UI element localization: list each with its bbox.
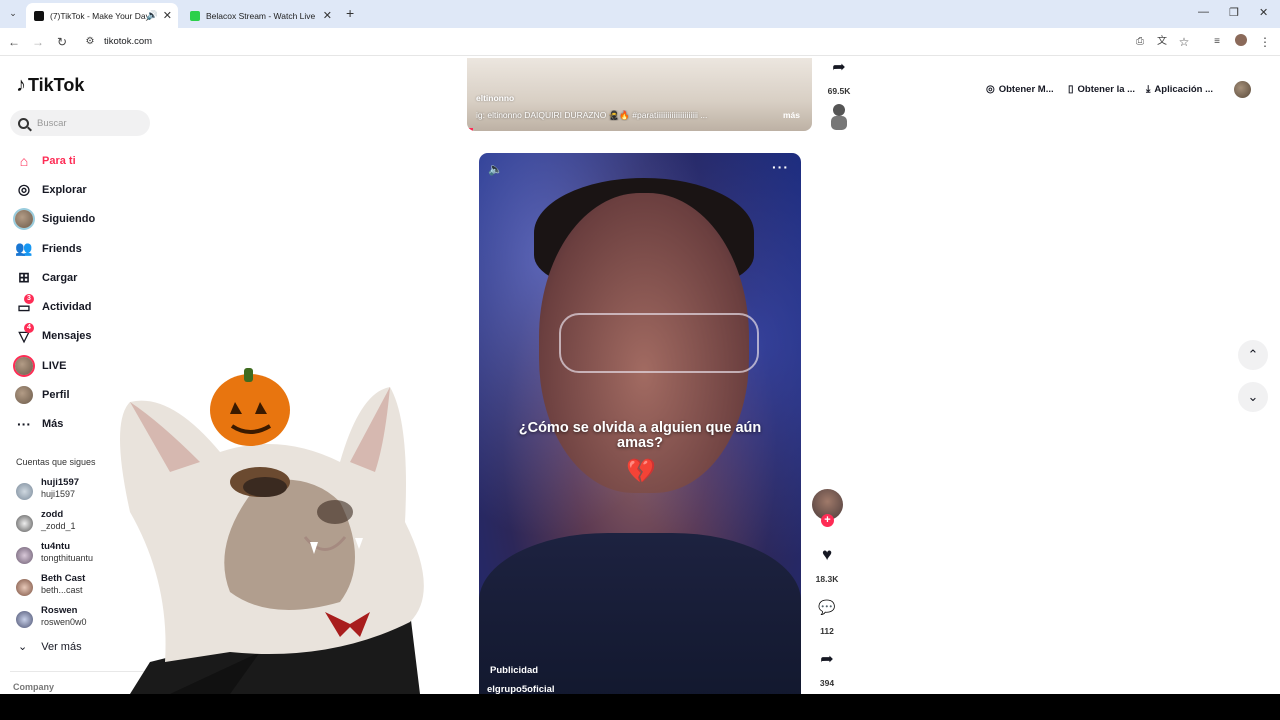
profile-avatar <box>14 385 34 405</box>
install-app-icon[interactable]: ⎙ <box>1132 34 1148 50</box>
pumpkin-cat-overlay <box>120 368 424 694</box>
sponsored-label: Publicidad <box>490 665 539 676</box>
broken-heart-icon: 💔 <box>626 458 656 485</box>
sidebar-item-friends[interactable]: 👥 Friends <box>14 234 154 263</box>
following-accounts-title: Cuentas que sigues <box>16 457 96 467</box>
browser-toolbar: ← → ↻ ⚙ tikotok.com ⎙ 文 ☆ ≡ ⋮ <box>0 28 1280 56</box>
get-app-link[interactable]: ▯ Obtener la ... <box>1068 84 1135 95</box>
tab-tiktok[interactable]: (7)TikTok - Make Your Day 🔊 ✕ <box>26 3 178 28</box>
comment-icon[interactable]: 💬 <box>812 592 842 622</box>
sidebar-item-actividad[interactable]: ▭ 3 Actividad <box>14 292 154 321</box>
profile-icon[interactable] <box>1233 34 1249 50</box>
tiktok-note-icon: ♪ <box>16 74 26 96</box>
search-icon <box>18 117 29 129</box>
restore-button[interactable]: ❐ <box>1229 6 1239 19</box>
previous-share-action[interactable]: ➦ 69.5K <box>819 52 859 96</box>
messages-icon: ▽ 4 <box>14 323 34 346</box>
user-avatar[interactable] <box>1234 81 1251 98</box>
video-player[interactable]: 🔈 ··· ¿Cómo se olvida a alguien que aún … <box>479 153 801 694</box>
chevron-down-icon: ⌄ <box>18 641 28 653</box>
bookmark-star-icon[interactable]: ☆ <box>1176 34 1192 50</box>
like-action[interactable]: ♥ 18.3K <box>807 540 847 584</box>
kick-favicon-icon <box>190 10 200 21</box>
share-count: 394 <box>819 678 835 688</box>
tab-strip: ⌄ (7)TikTok - Make Your Day 🔊 ✕ Belacox … <box>0 0 1280 28</box>
download-icon: ⤓ <box>1146 84 1151 95</box>
audio-playing-icon[interactable]: 🔊 <box>147 10 158 21</box>
coin-icon: ◎ <box>986 84 995 95</box>
close-tab-icon[interactable]: ✕ <box>163 9 172 22</box>
comment-count: 112 <box>820 626 834 636</box>
new-tab-button[interactable]: + <box>346 6 354 20</box>
get-coins-link[interactable]: ◎ Obtener M... <box>986 84 1054 95</box>
see-more-button[interactable]: ⌄ Ver más <box>18 640 82 654</box>
previous-video[interactable]: eltinonno ig: eltinonno DAIQUIRI DURAZNO… <box>467 58 812 131</box>
activity-badge: 3 <box>24 294 34 305</box>
friends-icon: 👥 <box>15 240 33 257</box>
previous-video-author[interactable]: eltinonno <box>476 93 514 103</box>
close-window-button[interactable]: ✕ <box>1259 6 1268 19</box>
tab-search-icon[interactable]: ⌄ <box>6 6 20 20</box>
share-action[interactable]: ➦ 394 <box>807 644 847 688</box>
upload-icon: ⊞ <box>18 269 30 286</box>
previous-creator-avatar[interactable] <box>826 102 852 132</box>
tiktok-logo[interactable]: ♪ TikTok <box>16 74 84 97</box>
home-icon: ⌂ <box>19 152 29 169</box>
like-count: 18.3K <box>815 574 839 584</box>
sidebar-item-siguiendo[interactable]: Siguiendo <box>14 205 154 234</box>
translate-icon[interactable]: 文 <box>1154 34 1170 50</box>
media-controls-icon[interactable]: ≡ <box>1209 34 1225 50</box>
sidebar-item-para-ti[interactable]: ⌂ Para ti <box>14 146 154 175</box>
follow-plus-icon[interactable]: + <box>821 514 834 527</box>
live-avatar <box>14 356 34 376</box>
browser-menu-icon[interactable]: ⋮ <box>1257 34 1273 50</box>
previous-video-caption: ig: eltinonno DAIQUIRI DURAZNO 🥷🔥 #parat… <box>476 110 708 120</box>
tab-belacox[interactable]: Belacox Stream - Watch Live on ✕ <box>182 3 338 28</box>
desktop-app-link[interactable]: ⤓ Aplicación ... <box>1146 84 1213 95</box>
more-options-icon[interactable]: ··· <box>772 159 789 175</box>
comment-action[interactable]: 💬 112 <box>807 592 847 637</box>
share-count: 69.5K <box>827 86 851 96</box>
video-owner[interactable]: elgrupo5oficial <box>487 684 555 694</box>
video-overlay-text: ¿Cómo se olvida a alguien que aún amas? <box>518 420 762 451</box>
browser-window: ⌄ (7)TikTok - Make Your Day 🔊 ✕ Belacox … <box>0 0 1280 694</box>
share-icon[interactable]: ➦ <box>812 644 842 674</box>
more-icon: ··· <box>17 416 31 433</box>
caption-more-link[interactable]: más <box>783 110 800 120</box>
avatar <box>16 515 33 532</box>
chevron-down-icon: ⌄ <box>1247 389 1259 404</box>
reload-icon[interactable]: ↻ <box>54 34 70 50</box>
avatar <box>16 611 33 628</box>
next-video-button[interactable]: ⌄ <box>1238 382 1268 412</box>
site-info-icon[interactable]: ⚙ <box>82 34 98 50</box>
sidebar-item-explorar[interactable]: ◎ Explorar <box>14 175 154 204</box>
company-link[interactable]: Company <box>13 682 54 692</box>
sidebar-item-cargar[interactable]: ⊞ Cargar <box>14 263 154 292</box>
following-avatar <box>14 209 34 229</box>
avatar <box>16 547 33 564</box>
compass-icon: ◎ <box>17 181 31 198</box>
video-progress-bar[interactable] <box>467 128 473 131</box>
forward-icon[interactable]: → <box>30 34 46 50</box>
minimize-button[interactable]: — <box>1198 6 1209 18</box>
address-bar[interactable]: tikotok.com <box>104 36 152 47</box>
phone-icon: ▯ <box>1068 84 1074 95</box>
search-input[interactable] <box>37 117 137 129</box>
tiktok-favicon-icon <box>34 10 44 21</box>
search-box[interactable] <box>10 110 150 136</box>
activity-icon: ▭ 3 <box>14 294 34 317</box>
messages-badge: 4 <box>24 323 34 334</box>
heart-icon[interactable]: ♥ <box>812 540 842 570</box>
avatar <box>16 579 33 596</box>
volume-icon[interactable]: 🔈 <box>488 162 503 176</box>
sidebar-item-mensajes[interactable]: ▽ 4 Mensajes <box>14 322 154 351</box>
share-icon[interactable]: ➦ <box>824 52 854 82</box>
avatar <box>16 483 33 500</box>
chevron-up-icon: ⌃ <box>1247 347 1259 362</box>
close-tab-icon[interactable]: ✕ <box>323 9 332 22</box>
back-icon[interactable]: ← <box>6 34 22 50</box>
previous-video-button[interactable]: ⌃ <box>1238 340 1268 370</box>
